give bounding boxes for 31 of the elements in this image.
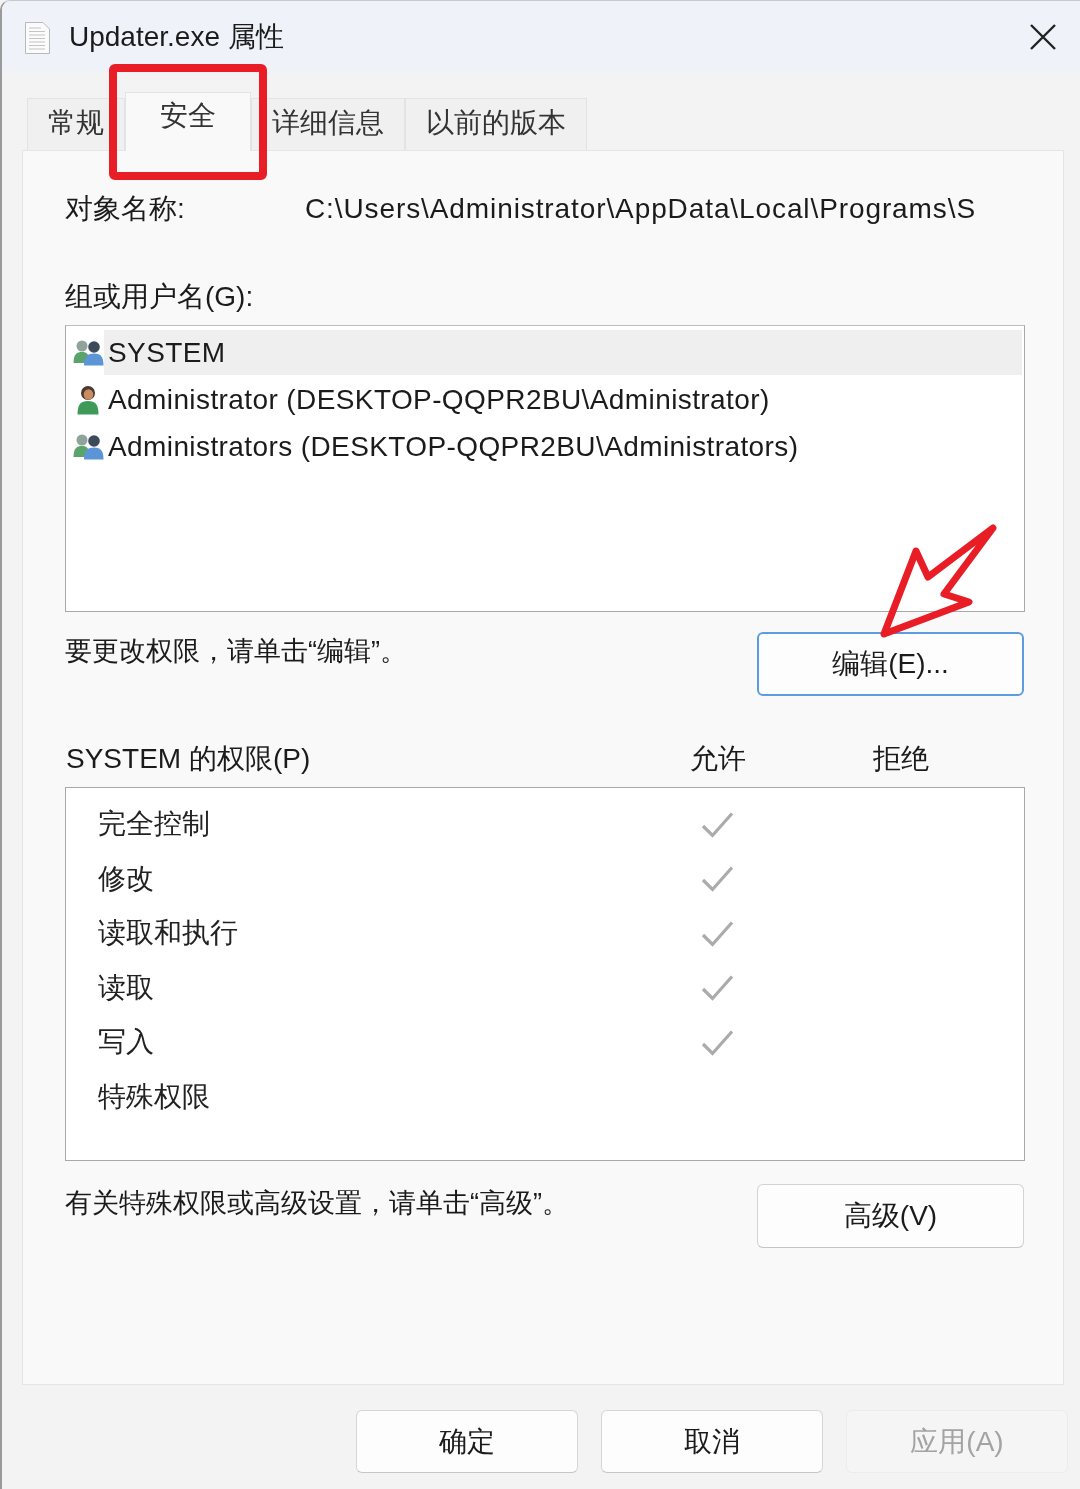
user-group-icon — [73, 339, 104, 366]
advanced-hint: 有关特殊权限或高级设置，请单击“高级”。 — [65, 1187, 569, 1220]
object-name-label: 对象名称: — [65, 192, 186, 226]
groups-label: 组或用户名(G): — [65, 280, 254, 314]
cancel-button[interactable]: 取消 — [601, 1410, 823, 1473]
edit-button[interactable]: 编辑(E)... — [757, 632, 1024, 696]
user-icon — [77, 384, 99, 415]
permission-name: 读取和执行 — [98, 916, 238, 951]
tab[interactable]: 以前的版本 — [405, 98, 587, 150]
ok-button[interactable]: 确定 — [356, 1410, 578, 1473]
window-title: Updater.exe 属性 — [69, 19, 284, 54]
advanced-button[interactable]: 高级(V) — [757, 1184, 1024, 1248]
permission-name: 修改 — [98, 861, 154, 896]
close-icon[interactable] — [1030, 23, 1056, 50]
tab[interactable]: 安全 — [125, 92, 251, 151]
tab[interactable]: 详细信息 — [251, 98, 405, 150]
permissions-title: SYSTEM 的权限(P) — [66, 742, 311, 776]
user-list-item[interactable]: Administrator (DESKTOP-QQPR2BU\Administrator) — [104, 377, 1022, 422]
tab[interactable]: 常规 — [27, 98, 125, 150]
permission-name: 读取 — [98, 970, 154, 1005]
permission-name: 完全控制 — [98, 807, 210, 842]
column-header: 允许 — [690, 742, 746, 776]
user-list-item[interactable]: Administrators (DESKTOP-QQPR2BU\Administrators) — [104, 424, 1022, 469]
permission-name: 特殊权限 — [98, 1079, 210, 1114]
user-list-item[interactable]: SYSTEM — [104, 330, 1022, 375]
object-name-value: C:\Users\Administrator\AppData\Local\Programs\S — [305, 192, 976, 226]
column-header: 拒绝 — [873, 742, 929, 776]
file-icon — [25, 21, 50, 54]
edit-hint: 要更改权限，请单击“编辑”。 — [65, 635, 407, 668]
permission-name: 写入 — [98, 1025, 154, 1060]
user-group-icon — [73, 433, 104, 460]
